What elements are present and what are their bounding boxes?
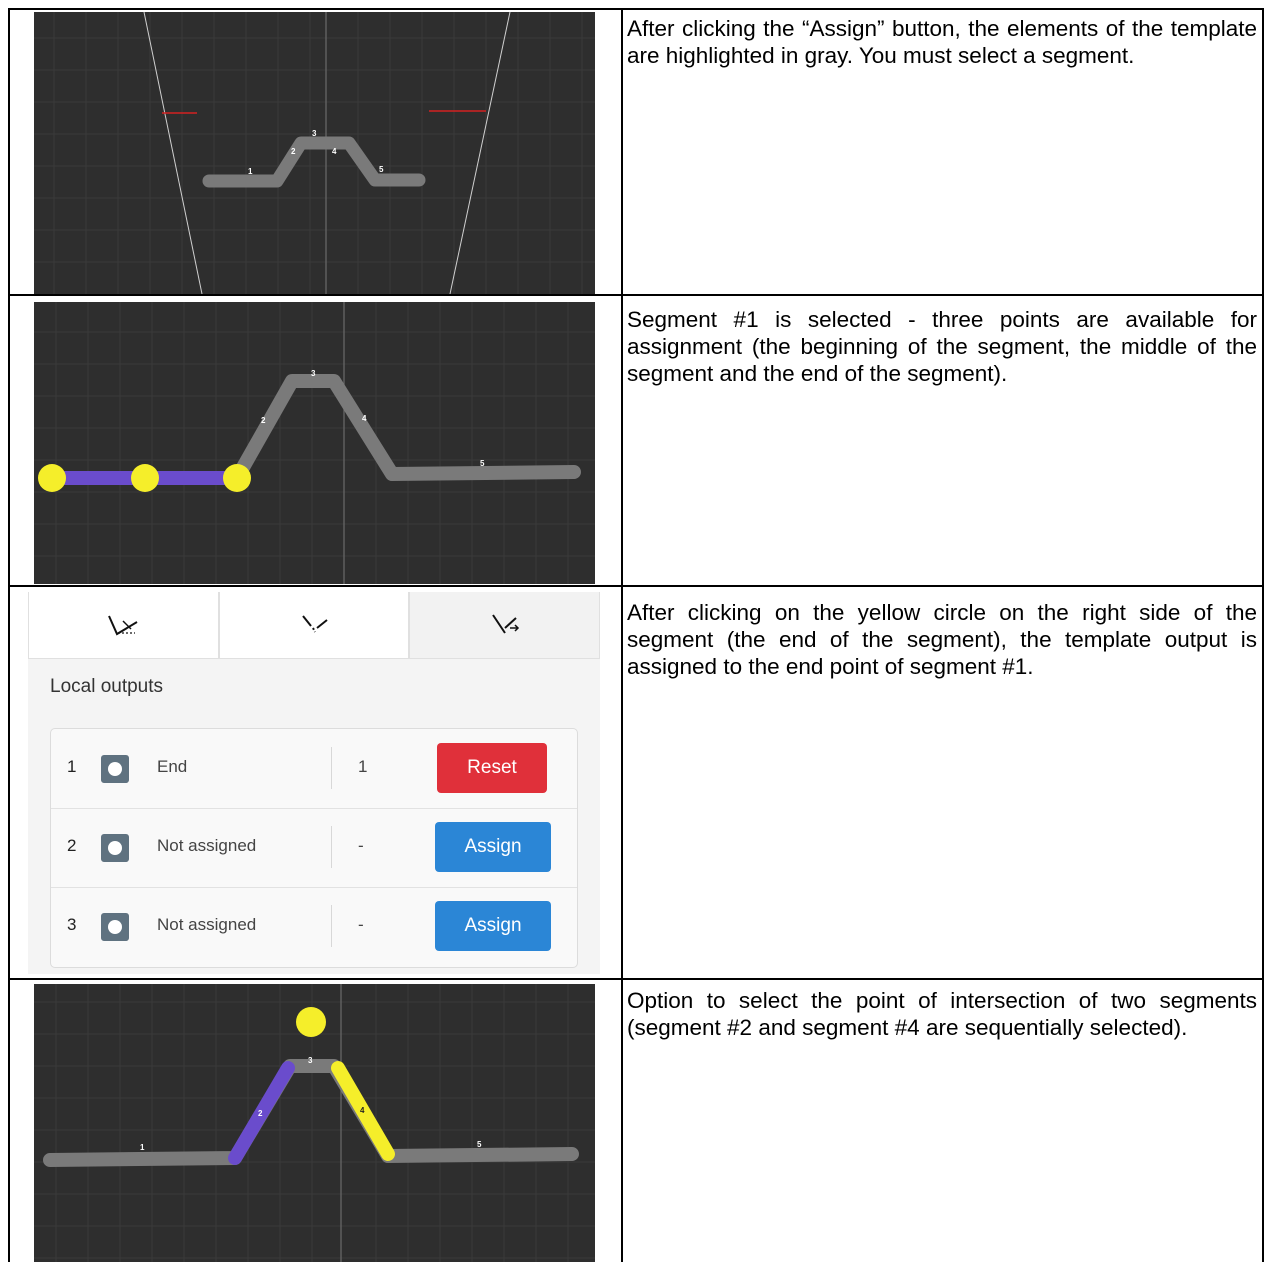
local-outputs-panel: Local outputs 1 End 1 Reset 2 Not assign… — [28, 592, 600, 974]
assign-button[interactable]: Assign — [435, 901, 551, 951]
segment-label-4: 4 — [360, 1106, 365, 1115]
divider — [331, 905, 332, 947]
canvas-segment-selected[interactable]: 2 3 4 5 — [34, 302, 595, 584]
table-border — [621, 8, 623, 1262]
segment-label-5: 5 — [480, 459, 485, 468]
row-2-description: Segment #1 is selected - three points ar… — [627, 307, 1257, 386]
tab-output-tool[interactable] — [409, 592, 600, 659]
segment-label-3: 3 — [308, 1056, 313, 1065]
document-table: 1 2 3 4 5 After clicking the “Assign” bu… — [0, 0, 1264, 1262]
segment-output-icon — [491, 614, 519, 634]
output-segment: 1 — [358, 757, 368, 776]
segment-label-2: 2 — [261, 416, 266, 425]
screenshot-intersection: 1 2 3 4 5 — [34, 984, 595, 1262]
output-row: 2 Not assigned - Assign — [51, 808, 577, 888]
segment-label-4: 4 — [362, 414, 367, 423]
segment-label-4: 4 — [332, 147, 337, 156]
output-row: 1 End 1 Reset — [51, 729, 577, 809]
tool-tabs — [28, 592, 600, 659]
output-point-name: Not assigned — [157, 836, 257, 855]
segment-middle-point[interactable] — [131, 464, 159, 492]
table-border — [8, 585, 1264, 587]
output-point-name: End — [157, 757, 188, 776]
segment-label-1: 1 — [140, 1143, 145, 1152]
output-point-name: Not assigned — [157, 915, 257, 934]
row-4-description: Option to select the point of intersecti… — [627, 988, 1257, 1040]
output-point-icon — [101, 913, 129, 941]
output-point-icon — [101, 834, 129, 862]
row-3-description: After clicking on the yellow circle on t… — [627, 600, 1257, 679]
canvas-intersection[interactable]: 1 2 3 4 5 — [34, 984, 595, 1262]
angle-measure-icon — [108, 615, 138, 636]
output-index: 3 — [67, 915, 77, 934]
panel-title: Local outputs — [50, 676, 164, 697]
segment-label-3: 3 — [312, 129, 317, 138]
canvas-gray-template[interactable]: 1 2 3 4 5 — [34, 12, 595, 294]
output-index: 2 — [67, 836, 77, 855]
segment-label-5: 5 — [379, 165, 384, 174]
output-index: 1 — [67, 757, 77, 776]
intersection-point[interactable] — [296, 1007, 326, 1037]
table-border — [8, 8, 1264, 10]
output-row: 3 Not assigned - Assign — [51, 887, 577, 966]
screenshot-gray-template: 1 2 3 4 5 — [34, 12, 595, 294]
table-border — [8, 8, 10, 1262]
segment-end-point[interactable] — [223, 464, 251, 492]
reset-button[interactable]: Reset — [437, 743, 547, 793]
output-segment: - — [358, 915, 364, 934]
tab-segment-tool[interactable] — [218, 592, 410, 659]
segment-label-2: 2 — [291, 147, 296, 156]
assign-button[interactable]: Assign — [435, 822, 551, 872]
output-segment: - — [358, 836, 364, 855]
output-point-icon — [101, 755, 129, 783]
divider — [331, 826, 332, 868]
row-1-description: After clicking the “Assign” button, the … — [627, 16, 1257, 68]
segment-label-5: 5 — [477, 1140, 482, 1149]
segment-label-3: 3 — [311, 369, 316, 378]
tab-angle-tool[interactable] — [28, 592, 219, 659]
table-border — [8, 294, 1264, 296]
segment-label-1: 1 — [248, 167, 253, 176]
segment-start-point[interactable] — [38, 464, 66, 492]
screenshot-segment-selected: 2 3 4 5 — [34, 302, 595, 584]
divider — [331, 747, 332, 789]
segment-lines-icon — [302, 615, 328, 633]
table-border — [8, 978, 1264, 980]
canvas-background — [34, 302, 595, 584]
outputs-list: 1 End 1 Reset 2 Not assigned - Assign 3 … — [50, 728, 578, 968]
segment-label-2: 2 — [258, 1109, 263, 1118]
